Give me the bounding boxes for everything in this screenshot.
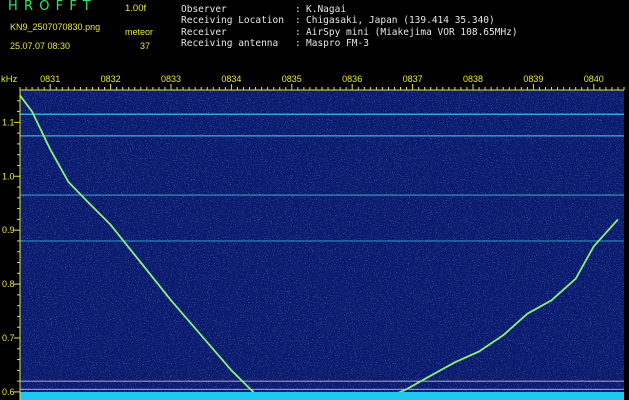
y-tick-label: 1.0 [2,171,15,181]
info-key-observer: Observer [181,4,227,15]
x-tick-label: 0839 [523,74,543,84]
x-tick-label: 0836 [342,74,362,84]
x-tick-label: 0831 [40,74,60,84]
header-panel: HROFFT 1.00f KN9_2507070830.png meteor 2… [0,0,629,70]
info-key-antenna: Receiving antenna [181,38,279,49]
info-sep: : [295,27,301,38]
x-tick-label: 0834 [221,74,241,84]
info-key-receiver: Receiver [181,27,227,38]
y-tick-label: 1.1 [2,117,15,127]
y-axis-label: kHz [1,74,18,85]
app-version: 1.00f [125,3,147,14]
x-tick-label: 0832 [101,74,121,84]
info-sep: : [295,4,301,15]
x-tick-label: 0838 [463,74,483,84]
info-sep: : [295,38,301,49]
info-sep: : [295,15,301,26]
y-tick-label: 0.7 [2,333,15,343]
y-tick-label: 0.9 [2,225,15,235]
bottom-band [20,392,624,400]
info-value-receiver: AirSpy mini (Miakejima VOR 108.65MHz) [306,27,518,38]
meteor-count: 37 [140,41,151,51]
app-title: HROFFT [8,0,97,14]
x-tick-label: 0835 [282,74,302,84]
y-tick-label: 0.6 [2,387,15,397]
date-time: 25.07.07 08:30 [10,41,71,51]
meteor-label: meteor [125,27,154,37]
spectrogram-chart: 0831 0832 0833 0834 0835 0836 0837 0838 0839 0840… [1,74,625,400]
info-value-observer: K.Nagai [306,4,347,15]
info-key-location: Receiving Location [181,15,284,26]
x-tick-label: 0833 [161,74,181,84]
x-tick-label: 0840 [584,74,604,84]
y-tick-label: 0.8 [2,279,15,289]
info-value-antenna: Maspro FM-3 [306,38,369,49]
x-tick-label: 0837 [403,74,423,84]
info-value-location: Chigasaki, Japan (139.414 35.340) [306,15,495,26]
file-name: KN9_2507070830.png [10,22,101,32]
